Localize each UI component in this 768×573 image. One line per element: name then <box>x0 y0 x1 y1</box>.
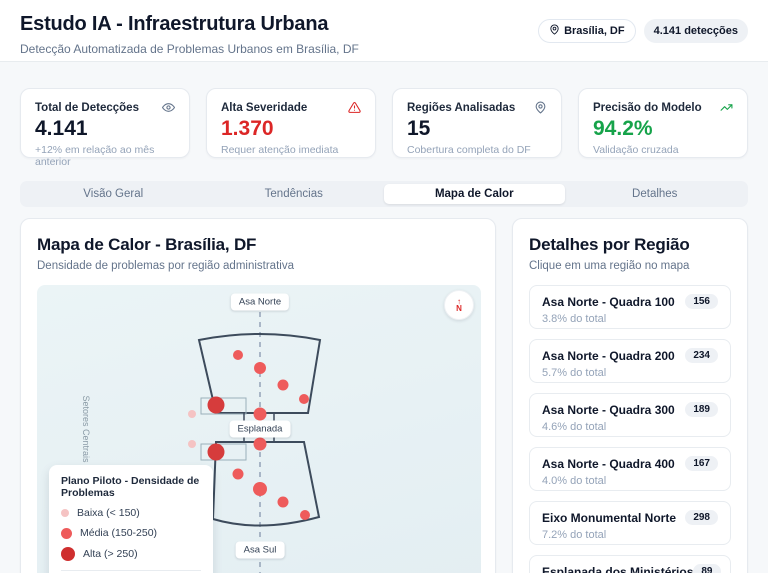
alert-triangle-icon <box>348 101 361 114</box>
stat-label: Total de Detecções <box>35 101 139 114</box>
region-row-esplanada-ministerios[interactable]: Esplanada dos Ministérios 89 <box>529 555 731 573</box>
page-subtitle: Detecção Automatizada de Problemas Urban… <box>20 42 359 56</box>
stat-label: Precisão do Modelo <box>593 101 702 114</box>
region-pct: 5.7% do total <box>542 367 607 379</box>
region-row-asa-norte-q200[interactable]: Asa Norte - Quadra 200 234 5.7% do total <box>529 339 731 383</box>
region-count-badge: 298 <box>685 510 718 525</box>
tab-tendencias[interactable]: Tendências <box>204 184 385 204</box>
heatmap-point[interactable] <box>188 410 196 418</box>
map-pin-icon <box>549 24 560 38</box>
stat-label: Alta Severidade <box>221 101 308 114</box>
region-row-asa-norte-q100[interactable]: Asa Norte - Quadra 100 156 3.8% do total <box>529 285 731 329</box>
stat-card-precisao-modelo: Precisão do Modelo 94.2% Validação cruza… <box>578 88 748 158</box>
legend-divider <box>61 570 201 571</box>
region-pct: 3.8% do total <box>542 313 607 325</box>
region-row-eixo-monumental-norte[interactable]: Eixo Monumental Norte 298 7.2% do total <box>529 501 731 545</box>
legend-title: Plano Piloto - Densidade de Problemas <box>61 475 200 499</box>
stat-card-regioes-analisadas: Regiões Analisadas 15 Cobertura completa… <box>392 88 562 158</box>
app-header: Estudo IA - Infraestrutura Urbana Detecç… <box>0 0 768 62</box>
map-title: Mapa de Calor - Brasília, DF <box>37 235 257 254</box>
region-details-panel: Detalhes por Região Clique em uma região… <box>512 218 748 573</box>
heatmap-point[interactable] <box>299 394 309 404</box>
map-subtitle: Densidade de problemas por região admini… <box>37 260 294 272</box>
heatmap-point[interactable] <box>253 407 267 421</box>
stat-value: 1.370 <box>221 117 274 140</box>
stat-label: Regiões Analisadas <box>407 101 516 114</box>
heatmap-point[interactable] <box>188 440 196 448</box>
heatmap-point[interactable] <box>207 443 225 461</box>
legend-dot-media-icon <box>61 527 72 539</box>
tab-visao-geral[interactable]: Visão Geral <box>23 184 204 204</box>
legend-item-alta: Alta (> 250) <box>61 547 201 561</box>
map-label-setores-centrais: Setores Centrais <box>81 395 91 463</box>
stat-sub: Cobertura completa do DF <box>407 144 531 156</box>
page-title: Estudo IA - Infraestrutura Urbana <box>20 13 329 35</box>
stat-sub: +12% em relação ao mês anterior <box>35 144 155 168</box>
region-pct: 4.6% do total <box>542 421 607 433</box>
region-count-badge: 167 <box>685 456 718 471</box>
heatmap-panel: Mapa de Calor - Brasília, DF Densidade d… <box>20 218 496 573</box>
heatmap-point[interactable] <box>253 482 267 496</box>
details-subtitle: Clique em uma região no mapa <box>529 260 690 272</box>
region-count-badge: 189 <box>685 402 718 417</box>
region-count-badge: 234 <box>685 348 718 363</box>
compass-north-icon: ↑ N <box>444 290 474 320</box>
legend-dot-alta-icon <box>61 547 75 561</box>
legend-dot-baixa-icon <box>61 509 69 517</box>
stat-value: 15 <box>407 117 431 140</box>
map-pin-icon <box>534 101 547 114</box>
eye-icon <box>162 101 175 114</box>
trending-up-icon <box>720 101 733 114</box>
region-row-asa-norte-q300[interactable]: Asa Norte - Quadra 300 189 4.6% do total <box>529 393 731 437</box>
map-label-asa-norte: Asa Norte <box>230 293 290 311</box>
heatmap-point[interactable] <box>277 496 289 508</box>
details-title: Detalhes por Região <box>529 235 690 254</box>
heatmap-point[interactable] <box>254 362 266 374</box>
stat-value: 94.2% <box>593 117 653 140</box>
heatmap-point[interactable] <box>207 396 225 414</box>
map-label-esplanada: Esplanada <box>229 420 291 438</box>
map-label-asa-sul: Asa Sul <box>235 541 285 559</box>
heatmap-point[interactable] <box>233 350 243 360</box>
heatmap-canvas[interactable]: Asa Norte Esplanada Asa Sul Setores Cent… <box>37 285 481 573</box>
heatmap-point[interactable] <box>300 510 310 520</box>
heatmap-point[interactable] <box>253 437 267 451</box>
stat-card-alta-severidade: Alta Severidade 1.370 Requer atenção ime… <box>206 88 376 158</box>
map-legend: Plano Piloto - Densidade de Problemas Ba… <box>49 465 213 573</box>
region-row-asa-norte-q400[interactable]: Asa Norte - Quadra 400 167 4.0% do total <box>529 447 731 491</box>
tab-bar: Visão Geral Tendências Mapa de Calor Det… <box>20 181 748 207</box>
stat-sub: Validação cruzada <box>593 144 679 156</box>
tab-mapa-de-calor[interactable]: Mapa de Calor <box>384 184 565 204</box>
stat-value: 4.141 <box>35 117 88 140</box>
region-count-badge: 89 <box>693 564 721 573</box>
legend-item-baixa: Baixa (< 150) <box>61 507 201 519</box>
stats-row: Total de Detecções 4.141 +12% em relação… <box>20 88 748 168</box>
region-count-badge: 156 <box>685 294 718 309</box>
region-pct: 7.2% do total <box>542 529 607 541</box>
heatmap-point[interactable] <box>232 468 244 480</box>
heatmap-point[interactable] <box>277 379 289 391</box>
detections-badge: 4.141 detecções <box>643 19 748 43</box>
location-badge: Brasília, DF <box>538 19 636 43</box>
region-pct: 4.0% do total <box>542 475 607 487</box>
stat-sub: Requer atenção imediata <box>221 144 339 156</box>
stat-card-total-deteccoes: Total de Detecções 4.141 +12% em relação… <box>20 88 190 168</box>
legend-item-media: Média (150-250) <box>61 527 201 539</box>
tab-detalhes[interactable]: Detalhes <box>565 184 746 204</box>
